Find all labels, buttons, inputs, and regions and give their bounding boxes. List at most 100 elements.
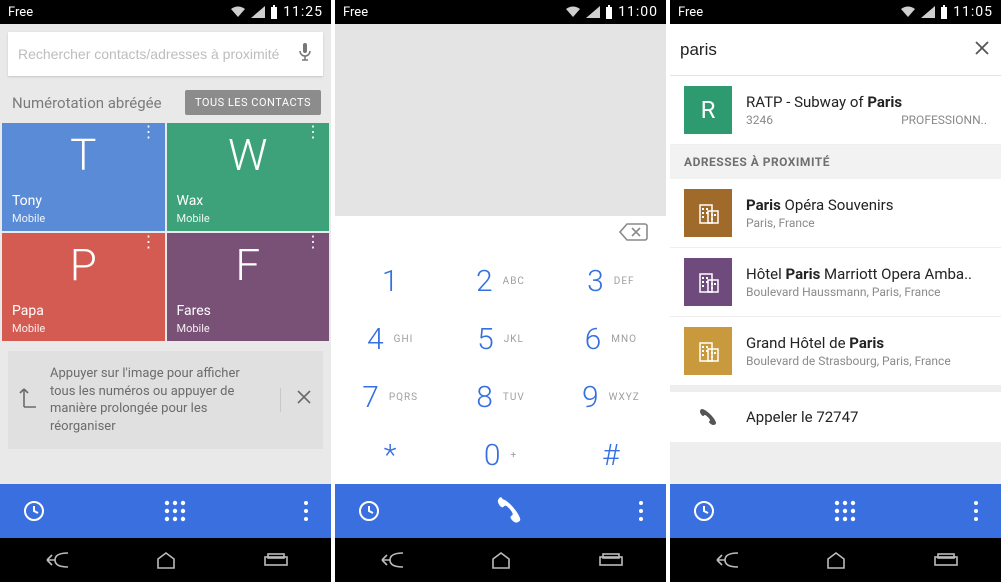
result-place[interactable]: Paris Opéra Souvenirs Paris, France <box>670 179 1001 248</box>
system-nav-bar <box>0 538 331 582</box>
tile-subtitle: Mobile <box>177 322 210 335</box>
backspace-icon[interactable] <box>618 222 648 246</box>
tile-overflow-icon[interactable]: ⋮ <box>305 239 321 245</box>
mic-icon[interactable] <box>297 42 313 66</box>
call-number-row[interactable]: Appeler le 72747 <box>670 392 1001 442</box>
status-bar: Free 11:25 <box>0 0 331 24</box>
phone-icon <box>684 406 732 428</box>
home-button[interactable] <box>490 551 512 569</box>
result-place[interactable]: Hôtel Paris Marriott Opera Amba..Bouleva… <box>670 248 1001 317</box>
search-bar[interactable] <box>8 32 323 76</box>
speed-dial-tile[interactable]: ⋮PPapaMobile <box>2 233 165 341</box>
result-subtitle: Boulevard de Strasbourg, Paris, France <box>746 354 987 368</box>
status-bar: Free 11:00 <box>335 0 666 24</box>
history-icon[interactable] <box>692 499 716 523</box>
building-icon <box>684 258 732 306</box>
tile-initial: T <box>70 129 96 181</box>
bottom-bar <box>335 484 666 538</box>
history-icon[interactable] <box>357 499 381 523</box>
dialpad-key-7[interactable]: 7PQRS <box>335 368 445 426</box>
call-button[interactable] <box>381 495 638 527</box>
tile-initial: P <box>70 239 97 291</box>
wifi-icon <box>230 6 246 18</box>
bottom-bar <box>670 484 1001 538</box>
result-place[interactable]: Grand Hôtel de Paris Boulevard de Strasbo… <box>670 317 1001 386</box>
carrier-label: Free <box>678 5 703 20</box>
history-icon[interactable] <box>22 499 46 523</box>
phone-screen-dialpad: Free 11:00 12ABC3DEF 4GHI5JKL6MNO 7PQRS8TU… <box>335 0 666 582</box>
overflow-icon[interactable] <box>638 500 644 522</box>
dialpad-key-8[interactable]: 8TUV <box>445 368 555 426</box>
dialpad-icon[interactable] <box>46 497 303 525</box>
tile-name: Fares <box>177 303 211 319</box>
recents-button[interactable] <box>599 552 623 568</box>
hint-arrow-icon <box>18 383 38 417</box>
back-button[interactable] <box>378 551 404 569</box>
home-button[interactable] <box>825 551 847 569</box>
dialpad-key-6[interactable]: 6MNO <box>556 310 666 368</box>
dialpad-key-#[interactable]: # <box>556 426 666 484</box>
speed-dial-tile[interactable]: ⋮FFaresMobile <box>167 233 330 341</box>
wifi-icon <box>900 6 916 18</box>
dialpad-key-5[interactable]: 5JKL <box>445 310 555 368</box>
result-title: Grand Hôtel de Paris <box>746 334 987 352</box>
signal-icon <box>251 6 265 18</box>
all-contacts-chip[interactable]: TOUS LES CONTACTS <box>185 90 321 115</box>
back-button[interactable] <box>713 551 739 569</box>
dialpad-key-3[interactable]: 3DEF <box>556 252 666 310</box>
system-nav-bar <box>335 538 666 582</box>
carrier-label: Free <box>343 5 368 20</box>
signal-icon <box>586 6 600 18</box>
result-contact[interactable]: R RATP - Subway of Paris 3246PROFESSIONN… <box>670 76 1001 145</box>
wifi-icon <box>565 6 581 18</box>
overflow-icon[interactable] <box>973 500 979 522</box>
phone-screen-speed-dial: Free 11:25 Numérotation abrégée TOUS LES… <box>0 0 331 582</box>
carrier-label: Free <box>8 5 33 20</box>
dialpad-key-9[interactable]: 9WXYZ <box>556 368 666 426</box>
dialpad: 12ABC3DEF 4GHI5JKL6MNO 7PQRS8TUV9WXYZ *0+# <box>335 252 666 484</box>
battery-icon <box>940 5 948 19</box>
search-bar[interactable] <box>670 24 1001 76</box>
tile-overflow-icon[interactable]: ⋮ <box>305 129 321 135</box>
tile-name: Tony <box>12 193 42 209</box>
speed-dial-tiles: ⋮TTonyMobile⋮WWaxMobile⋮PPapaMobile⋮FFar… <box>0 123 331 341</box>
result-subtitle: Boulevard Haussmann, Paris, France <box>746 285 987 299</box>
tile-overflow-icon[interactable]: ⋮ <box>141 239 157 245</box>
phone-screen-search-results: Free 11:05 R RATP - Subway of Paris 3246… <box>670 0 1001 582</box>
result-title: RATP - Subway of Paris <box>746 93 987 111</box>
search-input[interactable] <box>18 46 297 62</box>
tile-subtitle: Mobile <box>177 212 210 225</box>
result-subtitle: Paris, France <box>746 216 987 230</box>
search-input[interactable] <box>680 40 973 60</box>
hint-text: Appuyer sur l'image pour afficher tous l… <box>50 365 268 435</box>
dialpad-icon[interactable] <box>716 497 973 525</box>
recents-button[interactable] <box>934 552 958 568</box>
system-nav-bar <box>670 538 1001 582</box>
clock-time: 11:25 <box>283 4 323 20</box>
tile-initial: W <box>228 129 267 181</box>
clear-icon[interactable] <box>973 39 991 61</box>
call-number-label: Appeler le 72747 <box>746 408 858 426</box>
result-title: Paris Opéra Souvenirs <box>746 196 987 214</box>
speed-dial-header: Numérotation abrégée TOUS LES CONTACTS <box>0 84 331 123</box>
dialpad-key-4[interactable]: 4GHI <box>335 310 445 368</box>
dialpad-key-*[interactable]: * <box>335 426 445 484</box>
dialpad-key-2[interactable]: 2ABC <box>445 252 555 310</box>
tile-overflow-icon[interactable]: ⋮ <box>141 129 157 135</box>
hint-dismiss-button[interactable] <box>280 388 313 412</box>
contact-avatar: R <box>684 86 732 134</box>
dialpad-key-0[interactable]: 0+ <box>445 426 555 484</box>
overflow-icon[interactable] <box>303 500 309 522</box>
battery-icon <box>270 5 278 19</box>
battery-icon <box>605 5 613 19</box>
recents-button[interactable] <box>264 552 288 568</box>
speed-dial-tile[interactable]: ⋮WWaxMobile <box>167 123 330 231</box>
hint-card: Appuyer sur l'image pour afficher tous l… <box>8 351 323 449</box>
speed-dial-tile[interactable]: ⋮ T Tony Mobile <box>2 123 165 231</box>
home-button[interactable] <box>155 551 177 569</box>
dialpad-key-1[interactable]: 1 <box>335 252 445 310</box>
nearby-section-header: ADRESSES À PROXIMITÉ <box>670 145 1001 179</box>
tile-subtitle: Mobile <box>12 212 45 225</box>
building-icon <box>684 327 732 375</box>
back-button[interactable] <box>43 551 69 569</box>
